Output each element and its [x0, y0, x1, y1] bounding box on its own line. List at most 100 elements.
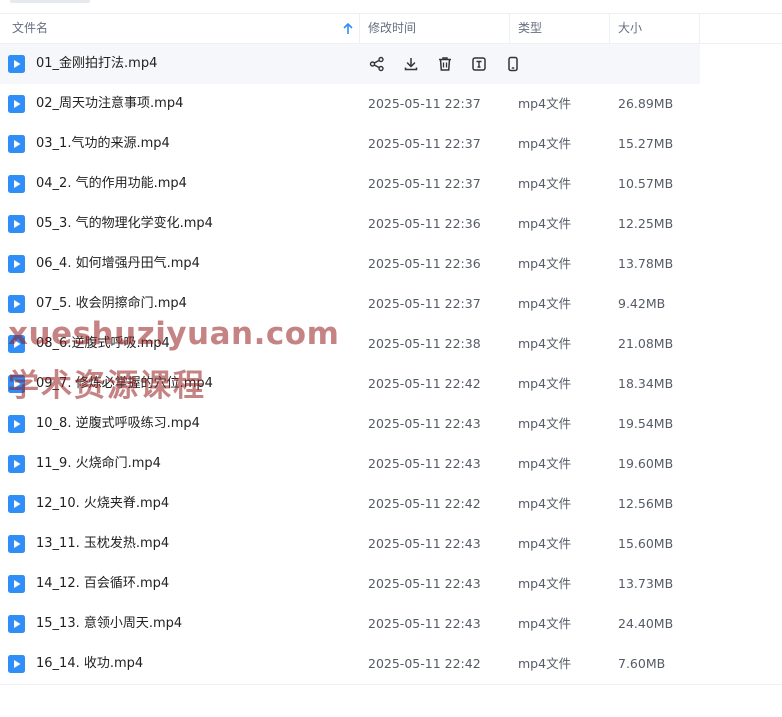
table-header: 文件名 修改时间 类型 大小	[0, 13, 782, 44]
table-row[interactable]: 03_1.气功的来源.mp4 2025-05-11 22:37 mp4文件 15.27…	[0, 124, 700, 164]
file-type: mp4文件	[518, 576, 572, 591]
file-list-window: 文件名 修改时间 类型 大小 01_金刚拍打法.mp4 02_周天功注意事项.mp…	[0, 0, 782, 717]
file-name[interactable]: 14_12. 百会循环.mp4	[36, 564, 169, 604]
file-size: 12.56MB	[618, 496, 674, 511]
list-bottom-divider	[0, 684, 782, 685]
table-row[interactable]: 13_11. 玉枕发热.mp4 2025-05-11 22:43 mp4文件 15.6…	[0, 524, 700, 564]
video-file-icon	[8, 95, 25, 113]
file-size: 19.60MB	[618, 456, 674, 471]
table-row[interactable]: 09_7. 修炼必掌握的穴位.mp4 2025-05-11 22:42 mp4文件 1…	[0, 364, 700, 404]
file-modified-time: 2025-05-11 22:43	[368, 576, 481, 591]
table-row[interactable]: 11_9. 火烧命门.mp4 2025-05-11 22:43 mp4文件 19.60…	[0, 444, 700, 484]
file-type: mp4文件	[518, 376, 572, 391]
video-file-icon	[8, 575, 25, 593]
sort-ascending-icon[interactable]	[343, 23, 353, 35]
table-row[interactable]: 06_4. 如何增强丹田气.mp4 2025-05-11 22:36 mp4文件 13…	[0, 244, 700, 284]
video-file-icon	[8, 495, 25, 513]
file-name[interactable]: 02_周天功注意事项.mp4	[36, 84, 183, 124]
file-type: mp4文件	[518, 456, 572, 471]
file-name[interactable]: 01_金刚拍打法.mp4	[36, 44, 157, 84]
column-header-time[interactable]: 修改时间	[360, 14, 510, 43]
table-row[interactable]: 16_14. 收功.mp4 2025-05-11 22:42 mp4文件 7.60MB	[0, 644, 700, 684]
rename-icon[interactable]	[470, 55, 488, 73]
file-type: mp4文件	[518, 416, 572, 431]
table-row[interactable]: 01_金刚拍打法.mp4	[0, 44, 700, 84]
file-name[interactable]: 04_2. 气的作用功能.mp4	[36, 164, 187, 204]
table-row[interactable]: 05_3. 气的物理化学变化.mp4 2025-05-11 22:36 mp4文件 1…	[0, 204, 700, 244]
download-icon[interactable]	[402, 55, 420, 73]
file-name[interactable]: 16_14. 收功.mp4	[36, 644, 143, 684]
file-name[interactable]: 11_9. 火烧命门.mp4	[36, 444, 161, 484]
table-row[interactable]: 15_13. 意领小周天.mp4 2025-05-11 22:43 mp4文件 24.…	[0, 604, 700, 644]
file-modified-time: 2025-05-11 22:37	[368, 176, 481, 191]
share-icon[interactable]	[368, 55, 386, 73]
column-header-size-label: 大小	[618, 21, 643, 35]
file-size: 15.27MB	[618, 136, 674, 151]
file-modified-time: 2025-05-11 22:38	[368, 336, 481, 351]
file-modified-time: 2025-05-11 22:42	[368, 376, 481, 391]
delete-icon[interactable]	[436, 55, 454, 73]
video-file-icon	[8, 655, 25, 673]
video-file-icon	[8, 335, 25, 353]
file-name[interactable]: 08_6.逆腹式呼吸.mp4	[36, 324, 170, 364]
file-modified-time: 2025-05-11 22:37	[368, 296, 481, 311]
video-file-icon	[8, 255, 25, 273]
file-modified-time: 2025-05-11 22:43	[368, 416, 481, 431]
column-header-name[interactable]: 文件名	[0, 14, 360, 43]
file-modified-time: 2025-05-11 22:43	[368, 456, 481, 471]
column-header-type-label: 类型	[518, 21, 543, 35]
video-file-icon	[8, 175, 25, 193]
video-file-icon	[8, 535, 25, 553]
file-size: 9.42MB	[618, 296, 666, 311]
file-modified-time: 2025-05-11 22:42	[368, 496, 481, 511]
table-row[interactable]: 12_10. 火烧夹脊.mp4 2025-05-11 22:42 mp4文件 12.5…	[0, 484, 700, 524]
table-row[interactable]: 02_周天功注意事项.mp4 2025-05-11 22:37 mp4文件 26.89…	[0, 84, 700, 124]
table-row[interactable]: 07_5. 收会阴擦命门.mp4 2025-05-11 22:37 mp4文件 9.4…	[0, 284, 700, 324]
file-list: 01_金刚拍打法.mp4 02_周天功注意事项.mp4 2025-05-11 22:…	[0, 44, 782, 684]
video-file-icon	[8, 215, 25, 233]
video-file-icon	[8, 375, 25, 393]
file-type: mp4文件	[518, 176, 572, 191]
table-row[interactable]: 08_6.逆腹式呼吸.mp4 2025-05-11 22:38 mp4文件 21.08…	[0, 324, 700, 364]
file-size: 19.54MB	[618, 416, 674, 431]
file-size: 13.78MB	[618, 256, 674, 271]
file-size: 7.60MB	[618, 656, 666, 671]
file-modified-time: 2025-05-11 22:43	[368, 536, 481, 551]
file-name[interactable]: 09_7. 修炼必掌握的穴位.mp4	[36, 364, 213, 404]
file-name[interactable]: 10_8. 逆腹式呼吸练习.mp4	[36, 404, 200, 444]
file-size: 13.73MB	[618, 576, 674, 591]
file-name[interactable]: 13_11. 玉枕发热.mp4	[36, 524, 169, 564]
file-size: 15.60MB	[618, 536, 674, 551]
column-header-type[interactable]: 类型	[510, 14, 610, 43]
file-name[interactable]: 06_4. 如何增强丹田气.mp4	[36, 244, 200, 284]
file-type: mp4文件	[518, 656, 572, 671]
file-modified-time: 2025-05-11 22:36	[368, 256, 481, 271]
file-name[interactable]: 15_13. 意领小周天.mp4	[36, 604, 182, 644]
table-row[interactable]: 10_8. 逆腹式呼吸练习.mp4 2025-05-11 22:43 mp4文件 19…	[0, 404, 700, 444]
file-size: 26.89MB	[618, 96, 674, 111]
file-size: 12.25MB	[618, 216, 674, 231]
table-row[interactable]: 04_2. 气的作用功能.mp4 2025-05-11 22:37 mp4文件 10.…	[0, 164, 700, 204]
table-row[interactable]: 14_12. 百会循环.mp4 2025-05-11 22:43 mp4文件 13.7…	[0, 564, 700, 604]
file-size: 10.57MB	[618, 176, 674, 191]
file-size: 21.08MB	[618, 336, 674, 351]
phone-icon[interactable]	[504, 55, 522, 73]
scroll-remnant	[10, 0, 90, 3]
file-type: mp4文件	[518, 216, 572, 231]
video-file-icon	[8, 415, 25, 433]
file-size: 24.40MB	[618, 616, 674, 631]
video-file-icon	[8, 295, 25, 313]
top-strip	[0, 0, 782, 13]
video-file-icon	[8, 55, 25, 73]
file-name[interactable]: 05_3. 气的物理化学变化.mp4	[36, 204, 213, 244]
file-modified-time: 2025-05-11 22:37	[368, 136, 481, 151]
file-type: mp4文件	[518, 256, 572, 271]
file-name[interactable]: 07_5. 收会阴擦命门.mp4	[36, 284, 187, 324]
column-header-size[interactable]: 大小	[610, 14, 700, 43]
file-type: mp4文件	[518, 136, 572, 151]
column-header-name-label: 文件名	[12, 21, 49, 35]
file-type: mp4文件	[518, 536, 572, 551]
file-name[interactable]: 12_10. 火烧夹脊.mp4	[36, 484, 169, 524]
file-type: mp4文件	[518, 616, 572, 631]
file-name[interactable]: 03_1.气功的来源.mp4	[36, 124, 170, 164]
